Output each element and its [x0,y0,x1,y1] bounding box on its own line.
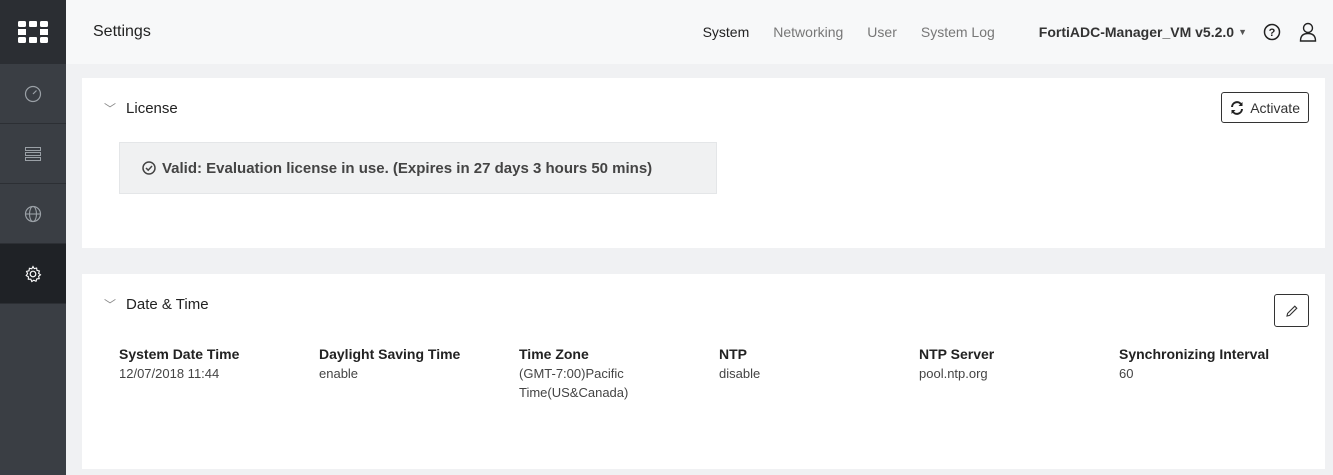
devices-icon [25,146,41,161]
sidebar-item-dashboard[interactable] [0,64,66,124]
field-label: Synchronizing Interval [1119,346,1270,362]
datetime-header[interactable]: ﹀ Date & Time [104,296,209,313]
fortinet-logo[interactable] [0,0,66,64]
license-status: Valid: Evaluation license in use. (Expir… [162,159,653,177]
sidebar-item-settings[interactable] [0,244,66,304]
datetime-panel: ﹀ Date & Time System Date Time 12/07/201… [82,274,1325,469]
field-value: (GMT-7:00)Pacific Time(US&Canada) [519,366,629,400]
license-title: License [126,100,178,117]
top-nav: System Networking User System Log FortiA… [703,0,1333,64]
field-ntp: NTP disable [719,346,760,383]
field-value: 60 [1119,366,1134,381]
edit-button[interactable] [1274,294,1309,327]
field-value: enable [319,366,359,381]
top-bar: Settings System Networking User System L… [66,0,1333,64]
product-menu[interactable]: FortiADC-Manager_VM v5.2.0 ▼ [1039,24,1247,40]
sidebar [0,0,66,475]
user-button[interactable] [1297,21,1319,43]
svg-text:?: ? [1269,27,1276,39]
gear-icon [25,264,42,282]
sidebar-item-network[interactable] [0,184,66,244]
tab-user[interactable]: User [867,24,897,40]
globe-icon [24,205,42,222]
chevron-down-icon: ﹀ [104,102,117,116]
chevron-down-icon: ﹀ [104,298,117,312]
refresh-icon [1231,100,1244,115]
field-system-date-time: System Date Time 12/07/2018 11:44 [119,346,239,383]
field-label: NTP [719,346,747,362]
page-title: Settings [93,23,151,40]
license-panel: ﹀ License Activate Valid: Evaluation lic… [82,78,1325,248]
help-button[interactable]: ? [1261,21,1283,43]
field-value: pool.ntp.org [919,366,988,381]
activate-label: Activate [1250,99,1300,116]
license-status-box: Valid: Evaluation license in use. (Expir… [119,142,717,194]
datetime-title: Date & Time [126,296,209,313]
field-time-zone: Time Zone (GMT-7:00)Pacific Time(US&Cana… [519,346,659,402]
field-ntp-server: NTP Server pool.ntp.org [919,346,994,383]
field-label: NTP Server [919,346,995,362]
check-circle-icon [142,161,156,175]
user-icon [1299,22,1317,42]
field-sync-interval: Synchronizing Interval 60 [1119,346,1269,383]
sidebar-item-devices[interactable] [0,124,66,184]
activate-button[interactable]: Activate [1221,92,1309,123]
dashboard-icon [24,85,42,102]
fortinet-logo-icon [18,21,48,43]
license-header[interactable]: ﹀ License [104,100,178,117]
field-value: disable [719,366,761,381]
field-label: Daylight Saving Time [319,346,461,362]
tab-system-log[interactable]: System Log [921,24,995,40]
field-label: Time Zone [519,346,589,362]
field-daylight-saving: Daylight Saving Time enable [319,346,460,383]
help-icon: ? [1263,23,1281,41]
field-value: 12/07/2018 11:44 [119,366,220,381]
caret-down-icon: ▼ [1238,27,1247,37]
field-label: System Date Time [119,346,240,362]
product-name: FortiADC-Manager_VM v5.2.0 [1038,24,1235,40]
tab-system[interactable]: System [703,24,750,40]
tab-networking[interactable]: Networking [773,24,843,40]
pencil-icon [1285,304,1298,317]
